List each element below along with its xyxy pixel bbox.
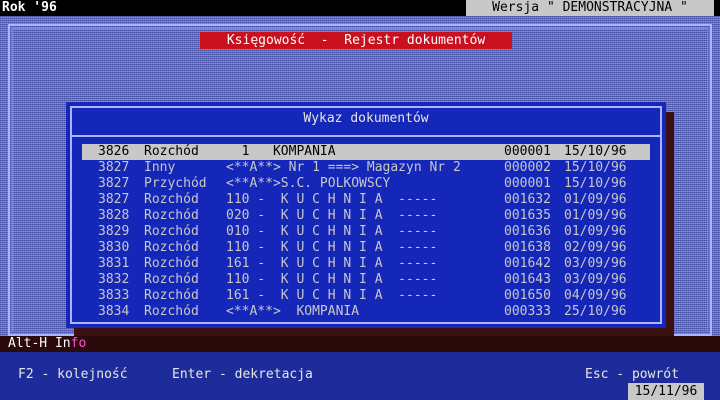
- doc-date: 15/10/96: [564, 144, 627, 159]
- doc-type: Rozchód: [144, 208, 199, 223]
- doc-number: 3829: [98, 224, 130, 239]
- doc-type: Rozchód: [144, 224, 199, 239]
- doc-description: 010 - K U C H N I A -----: [226, 224, 438, 239]
- document-row[interactable]: 3834 Rozchód <**A**> KOMPANIA 000333 25/10/9…: [82, 304, 650, 320]
- doc-type: Rozchód: [144, 192, 199, 207]
- doc-number: 3834: [98, 304, 130, 319]
- document-row[interactable]: 3827 Rozchód 110 - K U C H N I A ----- 0016…: [82, 192, 650, 208]
- sort-order-key[interactable]: F2 - kolejność: [18, 366, 128, 384]
- doc-number: 3827: [98, 192, 130, 207]
- doc-id: 001636: [504, 224, 551, 239]
- doc-id: 001642: [504, 256, 551, 271]
- document-row[interactable]: 3826 Rozchód 1 KOMPANIA 000001 15/10/96: [82, 144, 650, 160]
- doc-description: 1 KOMPANIA: [226, 144, 336, 159]
- doc-date: 15/10/96: [564, 176, 627, 191]
- doc-date: 15/10/96: [564, 160, 627, 175]
- document-row[interactable]: 3829 Rozchód 010 - K U C H N I A ----- 0016…: [82, 224, 650, 240]
- doc-id: 000001: [504, 176, 551, 191]
- doc-number: 3827: [98, 176, 130, 191]
- doc-description: 110 - K U C H N I A -----: [226, 240, 438, 255]
- version-label: Wersja " DEMONSTRACYJNA ": [466, 0, 714, 16]
- doc-type: Inny: [144, 160, 176, 175]
- doc-number: 3831: [98, 256, 130, 271]
- doc-date: 02/09/96: [564, 240, 627, 255]
- doc-number: 3827: [98, 160, 130, 175]
- doc-description: 110 - K U C H N I A -----: [226, 192, 438, 207]
- doc-id: 000333: [504, 304, 551, 319]
- doc-type: Rozchód: [144, 256, 199, 271]
- doc-id: 001632: [504, 192, 551, 207]
- doc-number: 3826: [98, 144, 130, 159]
- doc-type: Przychód: [144, 176, 207, 191]
- doc-date: 04/09/96: [564, 288, 627, 303]
- doc-id: 001635: [504, 208, 551, 223]
- hint-bar: [0, 336, 720, 352]
- doc-description: 161 - K U C H N I A -----: [226, 256, 438, 271]
- doc-description: 020 - K U C H N I A -----: [226, 208, 438, 223]
- doc-number: 3832: [98, 272, 130, 287]
- doc-number: 3833: [98, 288, 130, 303]
- document-row[interactable]: 3828 Rozchód 020 - K U C H N I A ----- 0016…: [82, 208, 650, 224]
- document-row[interactable]: 3827 Przychód <**A**>S.C. POLKOWSCY 000001 1…: [82, 176, 650, 192]
- doc-date: 03/09/96: [564, 272, 627, 287]
- posting-key[interactable]: Enter - dekretacja: [172, 366, 313, 384]
- document-row[interactable]: 3833 Rozchód 161 - K U C H N I A ----- 0016…: [82, 288, 650, 304]
- doc-type: Rozchód: [144, 272, 199, 287]
- doc-date: 01/09/96: [564, 224, 627, 239]
- doc-id: 001643: [504, 272, 551, 287]
- document-list: 3826 Rozchód 1 KOMPANIA 000001 15/10/96 3827…: [82, 144, 650, 320]
- module-title: Księgowość - Rejestr dokumentów: [200, 32, 512, 49]
- doc-type: Rozchód: [144, 304, 199, 319]
- dialog-separator: [70, 135, 662, 137]
- doc-type: Rozchód: [144, 240, 199, 255]
- app-title: Rok '96: [2, 0, 57, 15]
- doc-date: 01/09/96: [564, 208, 627, 223]
- document-row[interactable]: 3832 Rozchód 110 - K U C H N I A ----- 0016…: [82, 272, 650, 288]
- doc-description: <**A**> KOMPANIA: [226, 304, 360, 319]
- doc-description: 161 - K U C H N I A -----: [226, 288, 438, 303]
- hint-tail: fo: [70, 336, 87, 351]
- doc-id: 000002: [504, 160, 551, 175]
- doc-id: 000001: [504, 144, 551, 159]
- doc-number: 3830: [98, 240, 130, 255]
- hint-info[interactable]: Alt-H Info: [8, 336, 86, 352]
- back-key[interactable]: Esc - powrót: [585, 366, 679, 384]
- doc-description: <**A**>S.C. POLKOWSCY: [226, 176, 391, 191]
- document-row[interactable]: 3831 Rozchód 161 - K U C H N I A ----- 0016…: [82, 256, 650, 272]
- doc-id: 001638: [504, 240, 551, 255]
- document-row[interactable]: 3830 Rozchód 110 - K U C H N I A ----- 0016…: [82, 240, 650, 256]
- doc-description: 110 - K U C H N I A -----: [226, 272, 438, 287]
- document-row[interactable]: 3827 Inny <**A**> Nr 1 ===> Magazyn Nr 2 00…: [82, 160, 650, 176]
- dialog-title: Wykaz dokumentów: [303, 111, 429, 126]
- doc-number: 3828: [98, 208, 130, 223]
- doc-date: 25/10/96: [564, 304, 627, 319]
- doc-type: Rozchód: [144, 144, 199, 159]
- doc-date: 01/09/96: [564, 192, 627, 207]
- doc-id: 001650: [504, 288, 551, 303]
- doc-type: Rozchód: [144, 288, 199, 303]
- current-date: 15/11/96: [628, 383, 704, 400]
- hint-key: Alt-H In: [8, 336, 71, 351]
- doc-description: <**A**> Nr 1 ===> Magazyn Nr 2: [226, 160, 461, 175]
- doc-date: 03/09/96: [564, 256, 627, 271]
